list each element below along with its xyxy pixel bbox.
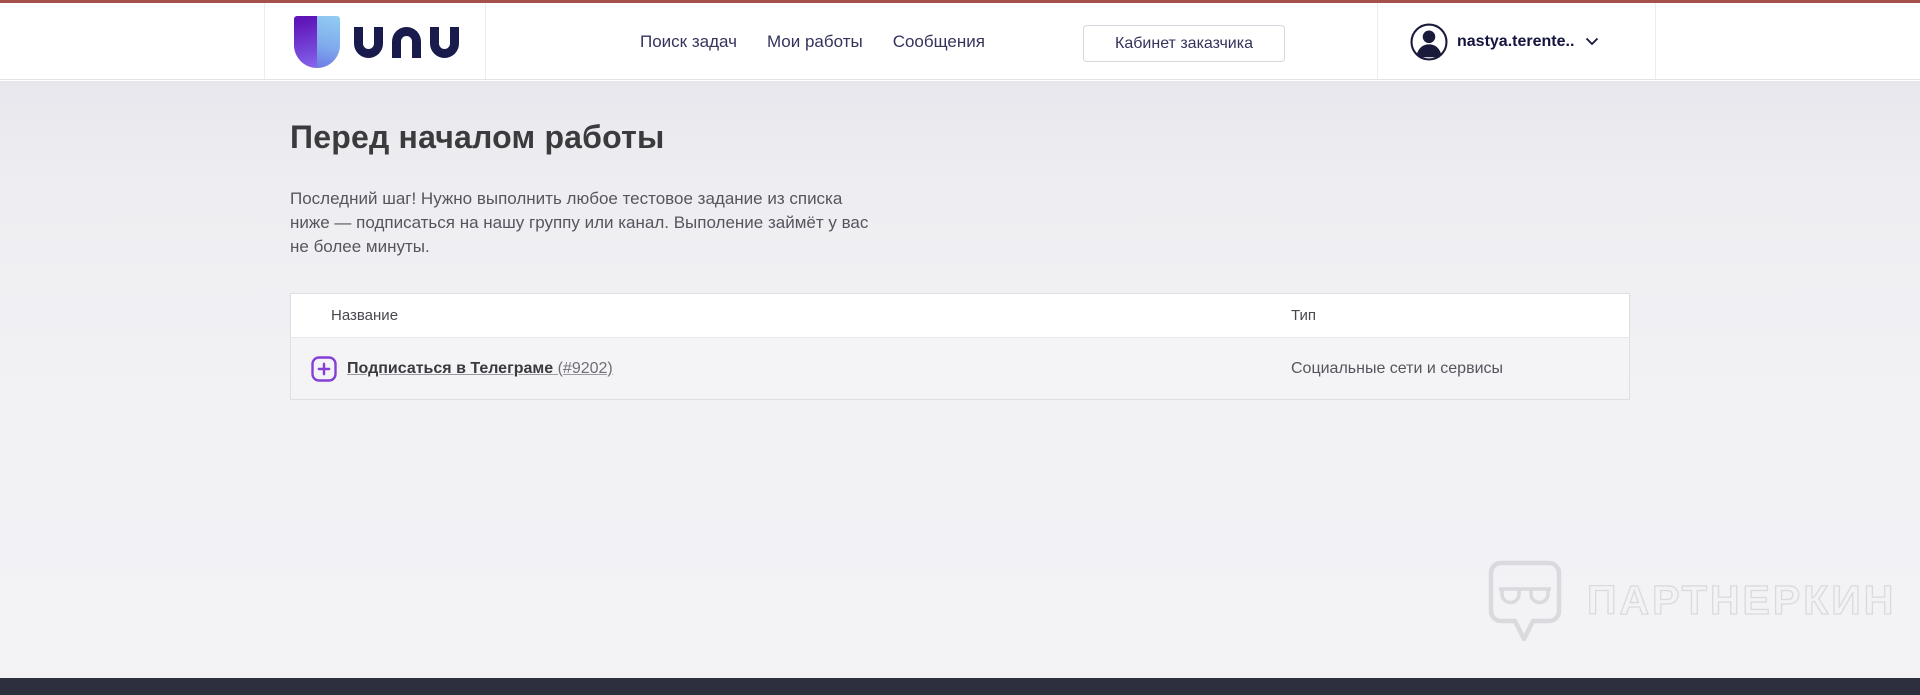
nav-task-search[interactable]: Поиск задач [640, 32, 737, 52]
avatar-icon [1410, 22, 1448, 61]
column-header-name: Название [331, 307, 399, 324]
task-link[interactable]: Подписаться в Телеграме (#9202) [347, 360, 613, 378]
header-divider [264, 3, 265, 79]
partnerkin-bubble-glasses-icon [1488, 560, 1562, 642]
unu-logo-letters [354, 26, 459, 58]
task-id: (#9202) [557, 359, 613, 377]
watermark: ПАРТНЕРКИН [1487, 559, 1896, 645]
tasks-table: Название Тип Подписаться в Телеграме (#9… [290, 293, 1630, 400]
main-content: Перед началом работы Последний шаг! Нужн… [0, 81, 1920, 678]
unu-logo[interactable] [294, 16, 459, 68]
client-cabinet-button[interactable]: Кабинет заказчика [1083, 25, 1285, 62]
chevron-down-icon [1586, 37, 1599, 46]
username-label: nastya.terente.. [1457, 32, 1575, 50]
expand-plus-icon[interactable] [311, 355, 337, 382]
watermark-text: ПАРТНЕРКИН [1586, 576, 1897, 623]
header-divider [485, 3, 486, 79]
intro-text: Последний шаг! Нужно выполнить любое тес… [290, 189, 869, 256]
user-menu[interactable]: nastya.terente.. [1410, 3, 1599, 80]
main-nav: Поиск задач Мои работы Сообщения [640, 3, 985, 80]
unu-shield-icon [294, 16, 340, 68]
header-divider [1655, 3, 1656, 79]
header: Поиск задач Мои работы Сообщения Кабинет… [0, 3, 1920, 80]
nav-my-works[interactable]: Мои работы [767, 32, 863, 52]
footer-bar [0, 678, 1920, 695]
task-type: Социальные сети и сервисы [1291, 359, 1503, 377]
page: Поиск задач Мои работы Сообщения Кабинет… [0, 0, 1920, 695]
table-header-row: Название Тип [291, 294, 1629, 338]
table-row: Подписаться в Телеграме (#9202) Социальн… [291, 338, 1629, 399]
column-header-type: Тип [1291, 307, 1317, 324]
page-title: Перед началом работы [290, 119, 665, 155]
header-divider [1377, 3, 1378, 79]
nav-messages[interactable]: Сообщения [893, 32, 985, 52]
task-name: Подписаться в Телеграме [347, 359, 554, 377]
